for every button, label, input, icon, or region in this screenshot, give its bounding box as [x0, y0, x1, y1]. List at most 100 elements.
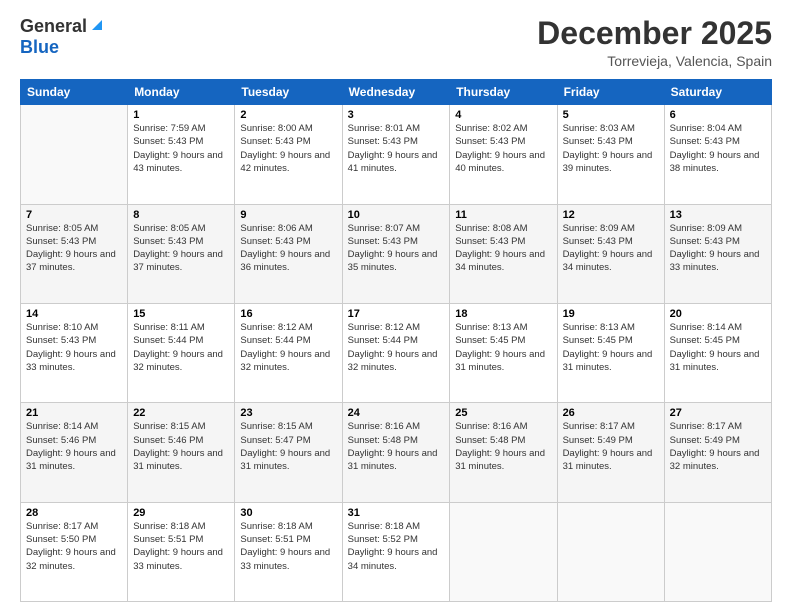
day-number: 25: [455, 407, 551, 419]
day-number: 12: [563, 209, 659, 221]
day-number: 16: [240, 308, 336, 320]
day-number: 6: [670, 109, 766, 121]
logo-general-text: General: [20, 16, 87, 37]
table-row: 14 Sunrise: 8:10 AMSunset: 5:43 PMDaylig…: [21, 303, 128, 402]
day-info: Sunrise: 8:12 AMSunset: 5:44 PMDaylight:…: [240, 321, 336, 374]
table-row: 2 Sunrise: 8:00 AMSunset: 5:43 PMDayligh…: [235, 105, 342, 204]
day-info: Sunrise: 8:18 AMSunset: 5:51 PMDaylight:…: [133, 520, 229, 573]
table-row: 7 Sunrise: 8:05 AMSunset: 5:43 PMDayligh…: [21, 204, 128, 303]
day-info: Sunrise: 8:18 AMSunset: 5:51 PMDaylight:…: [240, 520, 336, 573]
col-thursday: Thursday: [450, 80, 557, 105]
day-info: Sunrise: 8:11 AMSunset: 5:44 PMDaylight:…: [133, 321, 229, 374]
table-row: 16 Sunrise: 8:12 AMSunset: 5:44 PMDaylig…: [235, 303, 342, 402]
table-row: 28 Sunrise: 8:17 AMSunset: 5:50 PMDaylig…: [21, 502, 128, 601]
col-tuesday: Tuesday: [235, 80, 342, 105]
day-info: Sunrise: 8:06 AMSunset: 5:43 PMDaylight:…: [240, 222, 336, 275]
day-info: Sunrise: 8:09 AMSunset: 5:43 PMDaylight:…: [670, 222, 766, 275]
day-number: 23: [240, 407, 336, 419]
table-row: 19 Sunrise: 8:13 AMSunset: 5:45 PMDaylig…: [557, 303, 664, 402]
table-row: 15 Sunrise: 8:11 AMSunset: 5:44 PMDaylig…: [128, 303, 235, 402]
table-row: 25 Sunrise: 8:16 AMSunset: 5:48 PMDaylig…: [450, 403, 557, 502]
day-info: Sunrise: 8:08 AMSunset: 5:43 PMDaylight:…: [455, 222, 551, 275]
table-row: 27 Sunrise: 8:17 AMSunset: 5:49 PMDaylig…: [664, 403, 771, 502]
day-info: Sunrise: 8:07 AMSunset: 5:43 PMDaylight:…: [348, 222, 445, 275]
day-number: 21: [26, 407, 122, 419]
day-number: 27: [670, 407, 766, 419]
header: General Blue December 2025 Torrevieja, V…: [20, 16, 772, 69]
day-number: 11: [455, 209, 551, 221]
day-info: Sunrise: 8:09 AMSunset: 5:43 PMDaylight:…: [563, 222, 659, 275]
day-info: Sunrise: 8:03 AMSunset: 5:43 PMDaylight:…: [563, 122, 659, 175]
day-number: 2: [240, 109, 336, 121]
day-number: 20: [670, 308, 766, 320]
day-number: 22: [133, 407, 229, 419]
location: Torrevieja, Valencia, Spain: [537, 53, 772, 69]
day-info: Sunrise: 8:12 AMSunset: 5:44 PMDaylight:…: [348, 321, 445, 374]
table-row: [664, 502, 771, 601]
table-row: 12 Sunrise: 8:09 AMSunset: 5:43 PMDaylig…: [557, 204, 664, 303]
day-info: Sunrise: 8:14 AMSunset: 5:46 PMDaylight:…: [26, 420, 122, 473]
title-block: December 2025 Torrevieja, Valencia, Spai…: [537, 16, 772, 69]
day-number: 17: [348, 308, 445, 320]
day-number: 30: [240, 507, 336, 519]
table-row: 21 Sunrise: 8:14 AMSunset: 5:46 PMDaylig…: [21, 403, 128, 502]
day-number: 26: [563, 407, 659, 419]
table-row: 10 Sunrise: 8:07 AMSunset: 5:43 PMDaylig…: [342, 204, 450, 303]
table-row: 6 Sunrise: 8:04 AMSunset: 5:43 PMDayligh…: [664, 105, 771, 204]
table-row: 9 Sunrise: 8:06 AMSunset: 5:43 PMDayligh…: [235, 204, 342, 303]
day-info: Sunrise: 8:14 AMSunset: 5:45 PMDaylight:…: [670, 321, 766, 374]
day-number: 3: [348, 109, 445, 121]
day-number: 19: [563, 308, 659, 320]
table-row: 11 Sunrise: 8:08 AMSunset: 5:43 PMDaylig…: [450, 204, 557, 303]
table-row: 18 Sunrise: 8:13 AMSunset: 5:45 PMDaylig…: [450, 303, 557, 402]
month-title: December 2025: [537, 16, 772, 51]
table-row: 23 Sunrise: 8:15 AMSunset: 5:47 PMDaylig…: [235, 403, 342, 502]
day-info: Sunrise: 8:17 AMSunset: 5:50 PMDaylight:…: [26, 520, 122, 573]
day-number: 9: [240, 209, 336, 221]
table-row: 26 Sunrise: 8:17 AMSunset: 5:49 PMDaylig…: [557, 403, 664, 502]
day-info: Sunrise: 8:15 AMSunset: 5:46 PMDaylight:…: [133, 420, 229, 473]
day-info: Sunrise: 8:02 AMSunset: 5:43 PMDaylight:…: [455, 122, 551, 175]
table-row: 24 Sunrise: 8:16 AMSunset: 5:48 PMDaylig…: [342, 403, 450, 502]
day-number: 8: [133, 209, 229, 221]
table-row: 5 Sunrise: 8:03 AMSunset: 5:43 PMDayligh…: [557, 105, 664, 204]
day-info: Sunrise: 8:18 AMSunset: 5:52 PMDaylight:…: [348, 520, 445, 573]
logo-triangle-icon: [90, 18, 104, 37]
day-number: 5: [563, 109, 659, 121]
logo-blue-text: Blue: [20, 37, 59, 57]
day-info: Sunrise: 8:13 AMSunset: 5:45 PMDaylight:…: [563, 321, 659, 374]
table-row: 3 Sunrise: 8:01 AMSunset: 5:43 PMDayligh…: [342, 105, 450, 204]
page: General Blue December 2025 Torrevieja, V…: [0, 0, 792, 612]
col-saturday: Saturday: [664, 80, 771, 105]
day-number: 31: [348, 507, 445, 519]
table-row: 17 Sunrise: 8:12 AMSunset: 5:44 PMDaylig…: [342, 303, 450, 402]
table-row: 31 Sunrise: 8:18 AMSunset: 5:52 PMDaylig…: [342, 502, 450, 601]
col-wednesday: Wednesday: [342, 80, 450, 105]
table-row: [557, 502, 664, 601]
day-info: Sunrise: 8:17 AMSunset: 5:49 PMDaylight:…: [670, 420, 766, 473]
day-info: Sunrise: 8:00 AMSunset: 5:43 PMDaylight:…: [240, 122, 336, 175]
day-info: Sunrise: 8:17 AMSunset: 5:49 PMDaylight:…: [563, 420, 659, 473]
calendar-table: Sunday Monday Tuesday Wednesday Thursday…: [20, 79, 772, 602]
table-row: [450, 502, 557, 601]
table-row: 13 Sunrise: 8:09 AMSunset: 5:43 PMDaylig…: [664, 204, 771, 303]
day-number: 10: [348, 209, 445, 221]
day-number: 15: [133, 308, 229, 320]
day-number: 29: [133, 507, 229, 519]
table-row: 8 Sunrise: 8:05 AMSunset: 5:43 PMDayligh…: [128, 204, 235, 303]
table-row: 30 Sunrise: 8:18 AMSunset: 5:51 PMDaylig…: [235, 502, 342, 601]
table-row: 1 Sunrise: 7:59 AMSunset: 5:43 PMDayligh…: [128, 105, 235, 204]
day-number: 1: [133, 109, 229, 121]
day-number: 7: [26, 209, 122, 221]
day-info: Sunrise: 8:13 AMSunset: 5:45 PMDaylight:…: [455, 321, 551, 374]
day-number: 4: [455, 109, 551, 121]
day-info: Sunrise: 8:16 AMSunset: 5:48 PMDaylight:…: [348, 420, 445, 473]
table-row: 20 Sunrise: 8:14 AMSunset: 5:45 PMDaylig…: [664, 303, 771, 402]
day-info: Sunrise: 8:01 AMSunset: 5:43 PMDaylight:…: [348, 122, 445, 175]
day-info: Sunrise: 8:16 AMSunset: 5:48 PMDaylight:…: [455, 420, 551, 473]
day-info: Sunrise: 8:04 AMSunset: 5:43 PMDaylight:…: [670, 122, 766, 175]
table-row: 29 Sunrise: 8:18 AMSunset: 5:51 PMDaylig…: [128, 502, 235, 601]
table-row: [21, 105, 128, 204]
day-number: 13: [670, 209, 766, 221]
day-info: Sunrise: 8:10 AMSunset: 5:43 PMDaylight:…: [26, 321, 122, 374]
